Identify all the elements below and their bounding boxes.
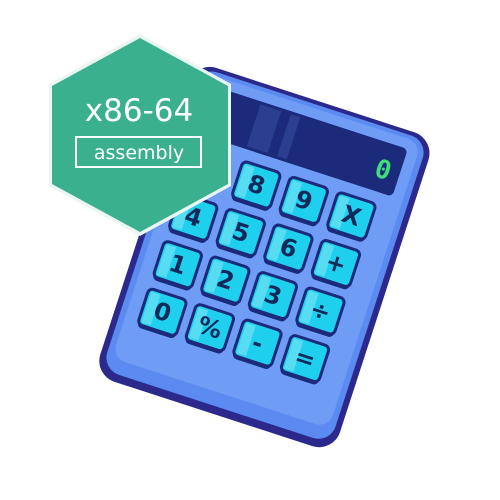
badge-title: x86-64 (85, 93, 193, 129)
calculator-illustration: 0 8 9 X4 5 6 +1 2 3 ÷0% - = x86-64 assembly (49, 34, 430, 448)
badge-subtitle: assembly (94, 142, 184, 164)
app-icon: 0 8 9 X 4 5 6 +1 2 3 ÷ 0% - = x86-64 assembly (0, 0, 500, 500)
